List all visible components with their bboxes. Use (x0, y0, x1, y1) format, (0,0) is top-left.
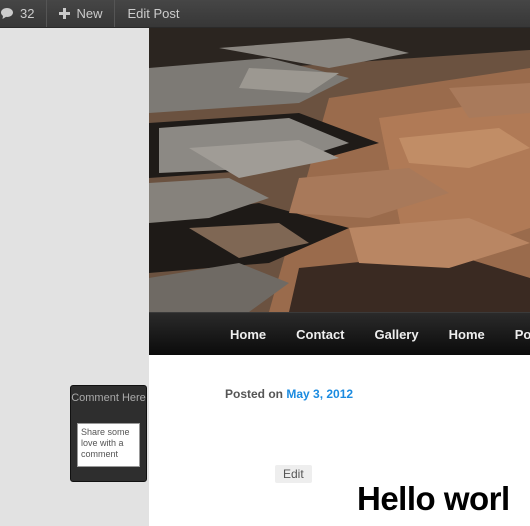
nav-item-home-2[interactable]: Home (434, 327, 500, 342)
comments-menu[interactable]: 32 (0, 0, 48, 27)
comment-widget-title: Comment Here (71, 392, 146, 404)
nav-item-home[interactable]: Home (215, 327, 281, 342)
comment-bubble-icon (0, 7, 14, 20)
nav-item-gallery[interactable]: Gallery (360, 327, 434, 342)
admin-bar: 32 New Edit Post (0, 0, 530, 28)
nav-item-truncated[interactable]: Po (500, 327, 530, 342)
post-date-link[interactable]: May 3, 2012 (286, 387, 353, 401)
comment-widget: Comment Here Share some love with a comm… (70, 385, 147, 482)
comments-count: 32 (20, 6, 35, 21)
main-content: Home Contact Gallery Home Po Posted on M… (149, 28, 530, 526)
header-image (149, 28, 530, 312)
new-label: New (76, 6, 103, 21)
comment-input[interactable]: Share some love with a comment (77, 423, 140, 467)
posted-on-label: Posted on (225, 387, 284, 401)
nav-item-contact[interactable]: Contact (281, 327, 359, 342)
main-nav: Home Contact Gallery Home Po (149, 312, 530, 355)
post-meta: Posted on May 3, 2012 (225, 387, 353, 401)
edit-post-label: Edit Post (127, 6, 180, 21)
plus-icon (59, 8, 71, 19)
post-title[interactable]: Hello worl (357, 480, 510, 518)
edit-post-link[interactable]: Edit Post (115, 0, 191, 27)
new-content-menu[interactable]: New (47, 0, 116, 27)
edit-post-button[interactable]: Edit (275, 465, 312, 483)
